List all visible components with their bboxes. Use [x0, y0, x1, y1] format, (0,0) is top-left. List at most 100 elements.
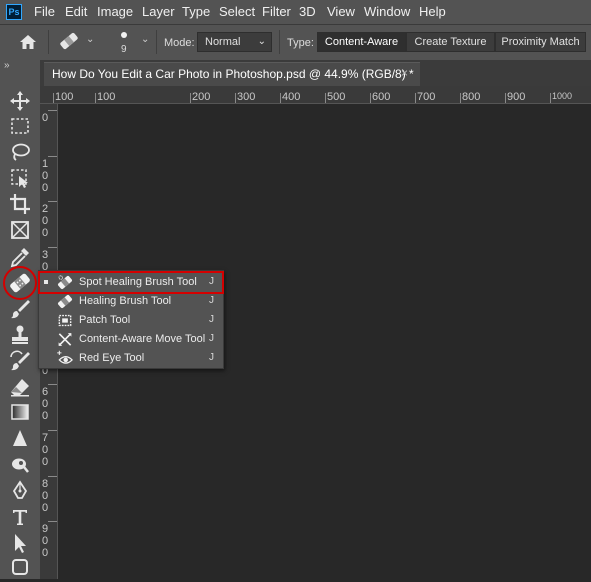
ruler-tick — [48, 384, 57, 385]
mode-dropdown[interactable]: Normal ⌄ — [197, 32, 272, 52]
spot-healing-preset-icon[interactable] — [58, 31, 80, 51]
ruler-tick — [95, 93, 96, 103]
menu-image[interactable]: Image — [97, 4, 133, 19]
ruler-label: 300 — [237, 91, 256, 103]
lasso-tool-icon[interactable] — [8, 140, 32, 164]
menu-filter[interactable]: Filter — [262, 4, 291, 19]
ruler-tick — [460, 93, 461, 103]
object-selection-tool-icon[interactable] — [8, 166, 32, 190]
history-brush-tool-icon[interactable] — [8, 349, 32, 373]
flyout-item-shortcut: J — [209, 295, 214, 306]
ruler-tick — [48, 430, 57, 431]
ruler-tick — [235, 93, 236, 103]
ruler-tick — [280, 93, 281, 103]
gradient-tool-icon[interactable] — [8, 400, 32, 424]
photoshop-logo: Ps — [6, 4, 22, 20]
type-tool-icon[interactable] — [8, 505, 32, 529]
divider — [156, 30, 157, 54]
menu-bar — [0, 0, 591, 24]
divider — [279, 30, 280, 54]
flyout-item-label: Content-Aware Move Tool — [79, 333, 206, 345]
menu-3d[interactable]: 3D — [299, 4, 316, 19]
menu-file[interactable]: File — [34, 4, 55, 19]
eraser-tool-icon[interactable] — [8, 375, 32, 399]
ruler-tick — [53, 93, 54, 103]
flyout-item-shortcut: J — [209, 352, 214, 363]
flyout-item-patch[interactable]: Patch Tool J — [39, 311, 223, 330]
menu-view[interactable]: View — [327, 4, 355, 19]
type-label: Type: — [287, 37, 314, 49]
brush-tool-icon[interactable] — [8, 297, 32, 321]
ruler-label: 2 — [42, 203, 49, 215]
flyout-item-label: Patch Tool — [79, 314, 131, 326]
flyout-item-shortcut: J — [209, 333, 214, 344]
ruler-tick — [48, 521, 57, 522]
ruler-label: 500 — [327, 91, 346, 103]
ruler-tick — [48, 247, 57, 248]
ruler-label: 800 — [462, 91, 481, 103]
brush-dot-icon — [121, 32, 127, 38]
ruler-label: 0 — [42, 182, 49, 194]
brush-size[interactable]: 9 — [121, 44, 127, 55]
flyout-item-label: Red Eye Tool — [79, 352, 145, 364]
flyout-item-healing-brush[interactable]: Healing Brush Tool J — [39, 292, 223, 311]
ruler-label: 1 — [42, 158, 49, 170]
ruler-label: 0 — [42, 502, 49, 514]
ruler-label: 8 — [42, 478, 49, 490]
ruler-label: 100 — [55, 91, 74, 103]
ruler-tick — [505, 93, 506, 103]
spot-healing-brush-tool-icon[interactable] — [8, 271, 32, 295]
ruler-tick — [48, 201, 57, 202]
ruler-tick — [415, 93, 416, 103]
menu-layer[interactable]: Layer — [142, 4, 175, 19]
menu-select[interactable]: Select — [219, 4, 255, 19]
ruler-label: 7 — [42, 432, 49, 444]
menu-window[interactable]: Window — [364, 4, 410, 19]
ruler-label: 0 — [42, 215, 49, 227]
ruler-label: 0 — [42, 444, 49, 456]
red-eye-icon — [56, 350, 74, 367]
dodge-tool-icon[interactable] — [8, 452, 32, 476]
flyout-item-content-aware-move[interactable]: Content-Aware Move Tool J — [39, 330, 223, 349]
flyout-item-label: Healing Brush Tool — [79, 295, 172, 307]
blur-tool-icon[interactable] — [8, 427, 32, 451]
rectangle-tool-icon[interactable] — [8, 555, 32, 579]
menu-edit[interactable]: Edit — [65, 4, 87, 19]
ruler-tick — [190, 93, 191, 103]
healing-brush-icon — [56, 293, 74, 310]
brush-chevron-down-icon[interactable]: ⌄ — [141, 34, 149, 45]
ruler-label: 0 — [42, 112, 49, 124]
menu-type[interactable]: Type — [182, 4, 210, 19]
home-icon[interactable] — [18, 33, 38, 51]
marquee-tool-icon[interactable] — [8, 114, 32, 138]
type-create-texture-button[interactable]: Create Texture — [406, 32, 495, 52]
frame-tool-icon[interactable] — [8, 218, 32, 242]
ruler-label: 0 — [42, 227, 49, 239]
chevron-down-icon[interactable]: ⌄ — [86, 34, 94, 45]
ruler-tick — [48, 476, 57, 477]
ruler-label: 0 — [42, 170, 49, 182]
move-tool-icon[interactable] — [8, 89, 32, 113]
ruler-label: 400 — [282, 91, 301, 103]
ruler-label: 1000 — [552, 91, 573, 101]
ruler-label: 9 — [42, 523, 49, 535]
ruler-label: 600 — [372, 91, 391, 103]
divider — [48, 30, 49, 54]
document-title: How Do You Edit a Car Photo in Photoshop… — [52, 67, 414, 81]
ruler-label: 0 — [42, 490, 49, 502]
collapse-panel-icon[interactable]: » — [4, 60, 10, 71]
ruler-tick — [550, 93, 551, 103]
crop-tool-icon[interactable] — [8, 192, 32, 216]
ruler-label: 0 — [42, 535, 49, 547]
path-selection-tool-icon[interactable] — [8, 531, 32, 555]
patch-tool-icon — [56, 312, 74, 329]
clone-stamp-tool-icon[interactable] — [8, 323, 32, 347]
close-tab-icon[interactable]: × — [401, 66, 408, 80]
flyout-item-red-eye[interactable]: Red Eye Tool J — [39, 349, 223, 368]
type-content-aware-button[interactable]: Content-Aware — [317, 32, 406, 52]
ruler-label: 900 — [507, 91, 526, 103]
menu-help[interactable]: Help — [419, 4, 446, 19]
content-aware-move-icon — [56, 331, 74, 348]
type-proximity-match-button[interactable]: Proximity Match — [495, 32, 586, 52]
pen-tool-icon[interactable] — [8, 479, 32, 503]
